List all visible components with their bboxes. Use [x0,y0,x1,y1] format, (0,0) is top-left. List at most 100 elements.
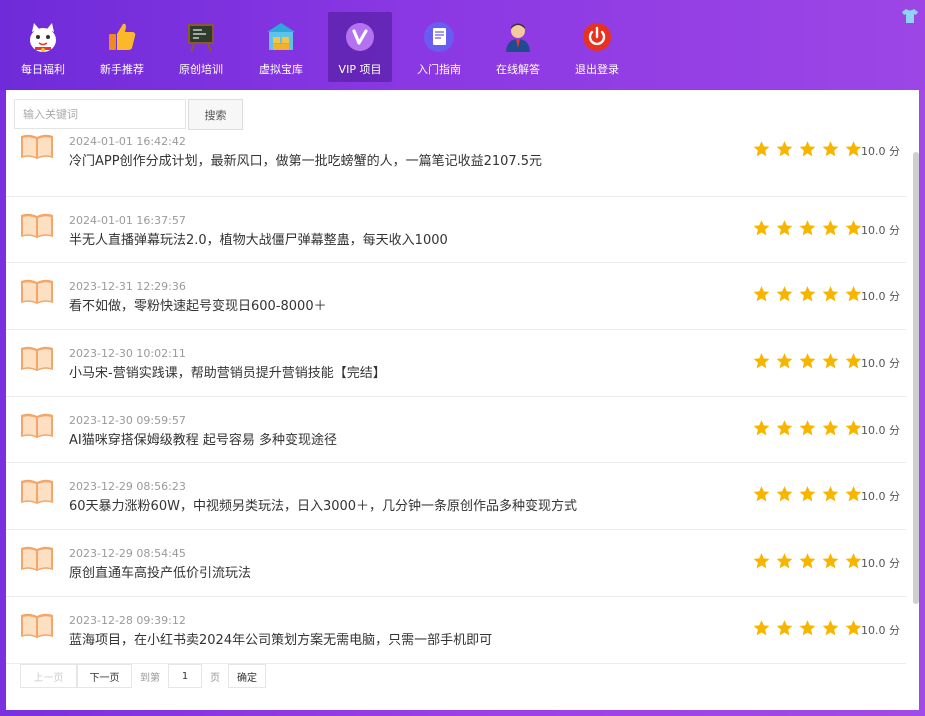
item-date: 2023-12-30 10:02:11 [69,347,186,361]
star-icon [776,219,793,236]
item-title[interactable]: 小马宋-营销实践课，帮助营销员提升营销技能【完结】 [69,362,386,381]
book-icon [21,546,53,572]
star-icon [799,619,816,636]
star-icon [822,353,839,369]
page-number-input[interactable] [168,664,202,688]
thumbs-up-icon [105,20,139,54]
star-icon [822,486,839,502]
chalkboard-icon [184,20,218,54]
star-icon [776,419,793,436]
item-date: 2024-01-01 16:42:42 [69,135,186,148]
star-icon [753,141,770,157]
star-icon [753,553,770,569]
nav-item-online-answers[interactable]: 在线解答 [486,12,550,82]
book-icon [21,413,53,438]
rating-stars [752,619,863,637]
nav-label: 在线解答 [496,63,540,76]
content-panel: 搜索 2024-01-01 16:42:42 冷门APP创作分成计划，最新风口，做… [6,90,919,710]
nav-item-getting-started[interactable]: 入门指南 [407,12,471,82]
nav-label: 退出登录 [575,63,619,76]
nav-label: 虚拟宝库 [259,63,303,76]
top-navigation: 每日福利 新手推荐 原创培训 虚拟宝库 VIP 项目 入门指南 在线解答 退出登… [0,0,925,90]
rating-stars [752,219,863,237]
item-date: 2023-12-29 08:56:23 [69,480,186,494]
nav-label: 原创培训 [179,63,223,76]
item-score: 10.0 分 [861,145,900,158]
item-score: 10.0 分 [861,623,900,637]
item-title[interactable]: AI猫咪穿搭保姆级教程 起号容易 多种变现途径 [69,429,337,448]
goto-label: 到第 [140,672,160,684]
item-title[interactable]: 半无人直播弹幕玩法2.0，植物大战僵尸弹幕整蛊，每天收入1000 [69,229,448,248]
star-icon [753,486,770,502]
list-item[interactable]: 2023-12-28 09:39:12 蓝海项目，在小红书卖2024年公司策划方案… [6,597,906,664]
agent-icon [501,20,535,54]
star-icon [799,286,816,302]
star-icon [799,219,816,236]
item-score: 10.0 分 [861,490,900,504]
nav-item-daily-welfare[interactable]: 每日福利 [11,12,75,82]
star-icon [799,486,816,502]
pagination: 上一页 下一页 到第 页 确定 [20,664,266,688]
item-date: 2023-12-30 09:59:57 [69,413,186,427]
star-icon [753,619,770,636]
book-icon [21,346,53,372]
star-icon [753,353,770,369]
rating-stars [752,552,863,570]
shirt-icon[interactable] [901,8,919,24]
list-item[interactable]: 2023-12-30 10:02:11 小马宋-营销实践课，帮助营销员提升营销技能… [6,330,906,397]
item-score: 10.0 分 [861,223,900,237]
nav-item-original-training[interactable]: 原创培训 [169,12,233,82]
book-icon [21,213,53,238]
item-score: 10.0 分 [861,423,900,437]
star-icon [776,141,793,157]
item-title[interactable]: 原创直通车高投产低价引流玩法 [69,562,251,581]
next-page-button[interactable]: 下一页 [77,664,132,688]
rating-stars [752,485,863,503]
star-icon [753,286,770,302]
star-icon [822,619,839,636]
star-icon [799,419,816,436]
star-icon [822,219,839,236]
nav-item-virtual-treasury[interactable]: 虚拟宝库 [249,12,313,82]
lucky-cat-icon [26,20,60,54]
nav-label: VIP 项目 [338,63,382,76]
page-unit-label: 页 [210,672,220,684]
star-icon [753,219,770,236]
star-icon [776,553,793,569]
search-input[interactable] [14,99,186,129]
confirm-page-button[interactable]: 确定 [228,664,266,688]
item-title[interactable]: 蓝海项目，在小红书卖2024年公司策划方案无需电脑，只需一部手机即可 [69,629,492,648]
list-item[interactable]: 2024-01-01 16:37:57 半无人直播弹幕玩法2.0，植物大战僵尸弹幕… [6,197,906,264]
nav-item-logout[interactable]: 退出登录 [565,12,629,82]
rating-stars [752,419,863,437]
nav-label: 入门指南 [417,63,461,76]
star-icon [776,486,793,502]
scrollbar[interactable] [913,152,919,604]
list-item[interactable]: 2023-12-29 08:54:45 原创直通车高投产低价引流玩法 10.0 分 [6,530,906,597]
nav-item-beginner-picks[interactable]: 新手推荐 [90,12,154,82]
star-icon [776,286,793,302]
nav-item-vip-projects[interactable]: VIP 项目 [328,12,392,82]
prev-page-button[interactable]: 上一页 [20,664,77,688]
item-date: 2024-01-01 16:37:57 [69,213,186,227]
item-title[interactable]: 60天暴力涨粉60W，中视频另类玩法，日入3000＋，几分钟一条原创作品多种变现… [69,495,577,514]
list-item[interactable]: 2023-12-29 08:56:23 60天暴力涨粉60W，中视频另类玩法，日入… [6,463,906,531]
star-icon [822,286,839,302]
book-icon [21,280,53,305]
book-icon [21,613,53,638]
star-icon [822,419,839,436]
list-item[interactable]: 2023-12-31 12:29:36 看不如做，零粉快速起号变现日600-800… [6,263,906,331]
search-button[interactable]: 搜索 [188,99,243,130]
item-date: 2023-12-31 12:29:36 [69,280,186,294]
list-item[interactable]: 2024-01-01 16:42:42 冷门APP创作分成计划，最新风口，做第一批… [6,130,906,197]
rating-stars [752,352,863,370]
item-score: 10.0 分 [861,557,900,571]
nav-label: 每日福利 [21,63,65,76]
rating-stars [752,140,863,158]
star-icon [822,141,839,157]
list-item[interactable]: 2023-12-30 09:59:57 AI猫咪穿搭保姆级教程 起号容易 多种变现… [6,397,906,464]
item-title[interactable]: 看不如做，零粉快速起号变现日600-8000＋ [69,295,327,314]
item-title[interactable]: 冷门APP创作分成计划，最新风口，做第一批吃螃蟹的人，一篇笔记收益2107.5元 [69,150,542,169]
rating-stars [752,285,863,303]
item-score: 10.0 分 [861,290,900,304]
